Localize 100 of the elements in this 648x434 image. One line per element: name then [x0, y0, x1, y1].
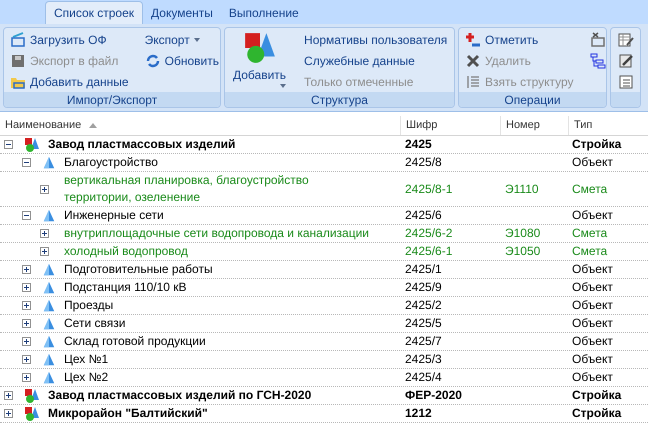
number-cell: Э1080	[505, 225, 540, 242]
row-name: Подстанция 110/10 кВ	[64, 279, 188, 296]
type-cell: Стройка	[572, 387, 622, 404]
shapes-icon	[24, 406, 40, 422]
ribbon-button[interactable]: Загрузить ОФ	[8, 29, 131, 50]
code-cell: 2425/3	[405, 351, 442, 368]
type-cell: Объект	[572, 279, 613, 296]
ribbon-button[interactable]: Обновить	[142, 50, 220, 71]
cone-icon	[42, 262, 56, 276]
shapes-icon	[24, 136, 40, 152]
cone-icon	[42, 352, 56, 366]
number-cell: Э1110	[505, 180, 539, 198]
code-cell: 2425/1	[405, 261, 442, 278]
ribbon-tab[interactable]: Список строек	[45, 1, 144, 24]
group-label: Импорт/Экспорт	[66, 94, 158, 106]
type-cell: Объект	[572, 207, 613, 224]
table-pencil-icon	[618, 32, 634, 48]
row-name: Сети связи	[64, 315, 126, 332]
collapse-toggle[interactable]	[22, 211, 31, 220]
row-name: Склад готовой продукции	[64, 333, 207, 350]
code-cell: ФЕР-2020	[405, 387, 462, 404]
ribbon-button[interactable]: Добавить данные	[8, 71, 131, 92]
cone-icon	[42, 316, 56, 330]
type-cell: Смета	[572, 225, 608, 242]
expand-toggle[interactable]	[22, 337, 31, 346]
expand-toggle[interactable]	[22, 283, 31, 292]
expand-toggle[interactable]	[4, 391, 13, 400]
type-cell: Смета	[572, 180, 608, 198]
list-icon	[465, 74, 481, 90]
plus-minus-icon	[465, 32, 481, 48]
expand-toggle[interactable]	[22, 373, 31, 382]
expand-toggle[interactable]	[22, 355, 31, 364]
code-cell: 2425/8-1	[405, 180, 452, 198]
refresh-icon	[144, 52, 161, 68]
collapse-toggle[interactable]	[4, 140, 13, 149]
column-title[interactable]: Шифр	[406, 117, 438, 134]
type-cell: Стройка	[572, 405, 622, 422]
code-cell: 2425/8	[405, 154, 442, 171]
sort-ascending-icon	[89, 123, 98, 128]
row-name: холодный водопровод	[64, 243, 189, 260]
code-cell: 2425/4	[405, 369, 442, 386]
close-icon	[465, 52, 481, 68]
row-name: Цех №2	[64, 369, 110, 386]
ribbon-button[interactable]: Отметить	[463, 29, 576, 50]
row-name: Инженерные сети	[64, 207, 165, 224]
add-button[interactable]: Добавить	[229, 29, 290, 90]
type-cell: Объект	[572, 333, 613, 350]
cone-icon	[42, 156, 56, 170]
column-title[interactable]: Тип	[574, 117, 592, 134]
column-title[interactable]: Наименование	[5, 117, 82, 134]
ribbon-tab[interactable]: Документы	[143, 1, 221, 24]
caret-icon	[194, 38, 200, 42]
code-cell: 1212	[405, 405, 432, 422]
row-name: Завод пластмассовых изделий	[48, 136, 236, 153]
code-cell: 2425/9	[405, 279, 442, 296]
type-cell: Объект	[572, 351, 613, 368]
code-cell: 2425/5	[405, 315, 442, 332]
table-cross-icon	[590, 32, 606, 48]
type-cell: Объект	[572, 297, 613, 314]
code-cell: 2425	[405, 136, 432, 153]
group-label: Структура	[311, 94, 368, 106]
expand-toggle[interactable]	[40, 229, 49, 238]
collapse-toggle[interactable]	[22, 158, 31, 167]
type-cell: Объект	[572, 315, 613, 332]
expand-toggle[interactable]	[40, 247, 49, 256]
code-cell: 2425/6	[405, 207, 442, 224]
type-cell: Объект	[572, 369, 613, 386]
type-cell: Стройка	[572, 136, 622, 153]
type-cell: Объект	[572, 154, 613, 171]
row-name: Завод пластмассовых изделий по ГСН-2020	[48, 387, 312, 404]
expand-toggle[interactable]	[22, 319, 31, 328]
hierarchy-icon	[590, 52, 606, 68]
ribbon-button[interactable]: Нормативы пользователя	[302, 29, 450, 50]
column-title[interactable]: Номер	[506, 117, 540, 134]
group-caption-bar	[611, 92, 640, 107]
cone-icon	[42, 280, 56, 294]
row-name: Благоустройство	[64, 154, 159, 171]
number-cell: Э1050	[505, 243, 540, 260]
code-cell: 2425/6-2	[405, 225, 452, 242]
code-cell: 2425/2	[405, 297, 442, 314]
cone-icon	[42, 298, 56, 312]
caret-icon	[280, 84, 286, 88]
ribbon-button[interactable]: Служебные данные	[302, 50, 450, 71]
expand-toggle[interactable]	[40, 184, 49, 194]
expand-toggle[interactable]	[22, 301, 31, 310]
row-name: Микрорайон "Балтийский"	[48, 405, 209, 422]
expand-toggle[interactable]	[22, 265, 31, 274]
group-label: Операции	[504, 94, 561, 106]
type-cell: Объект	[572, 261, 613, 278]
cone-icon	[42, 208, 56, 222]
form-icon	[618, 74, 634, 90]
code-cell: 2425/7	[405, 333, 442, 350]
row-name: Подготовительные работы	[64, 261, 214, 278]
ribbon-button[interactable]: Экспорт	[142, 29, 220, 50]
shapes-icon	[24, 388, 40, 404]
ribbon-tab[interactable]: Выполнение	[220, 1, 307, 24]
expand-toggle[interactable]	[4, 409, 13, 418]
row-name: внутриплощадочные сети водопровода и канализации	[64, 225, 370, 242]
shapes-icon	[242, 31, 277, 65]
cone-icon	[42, 370, 56, 384]
